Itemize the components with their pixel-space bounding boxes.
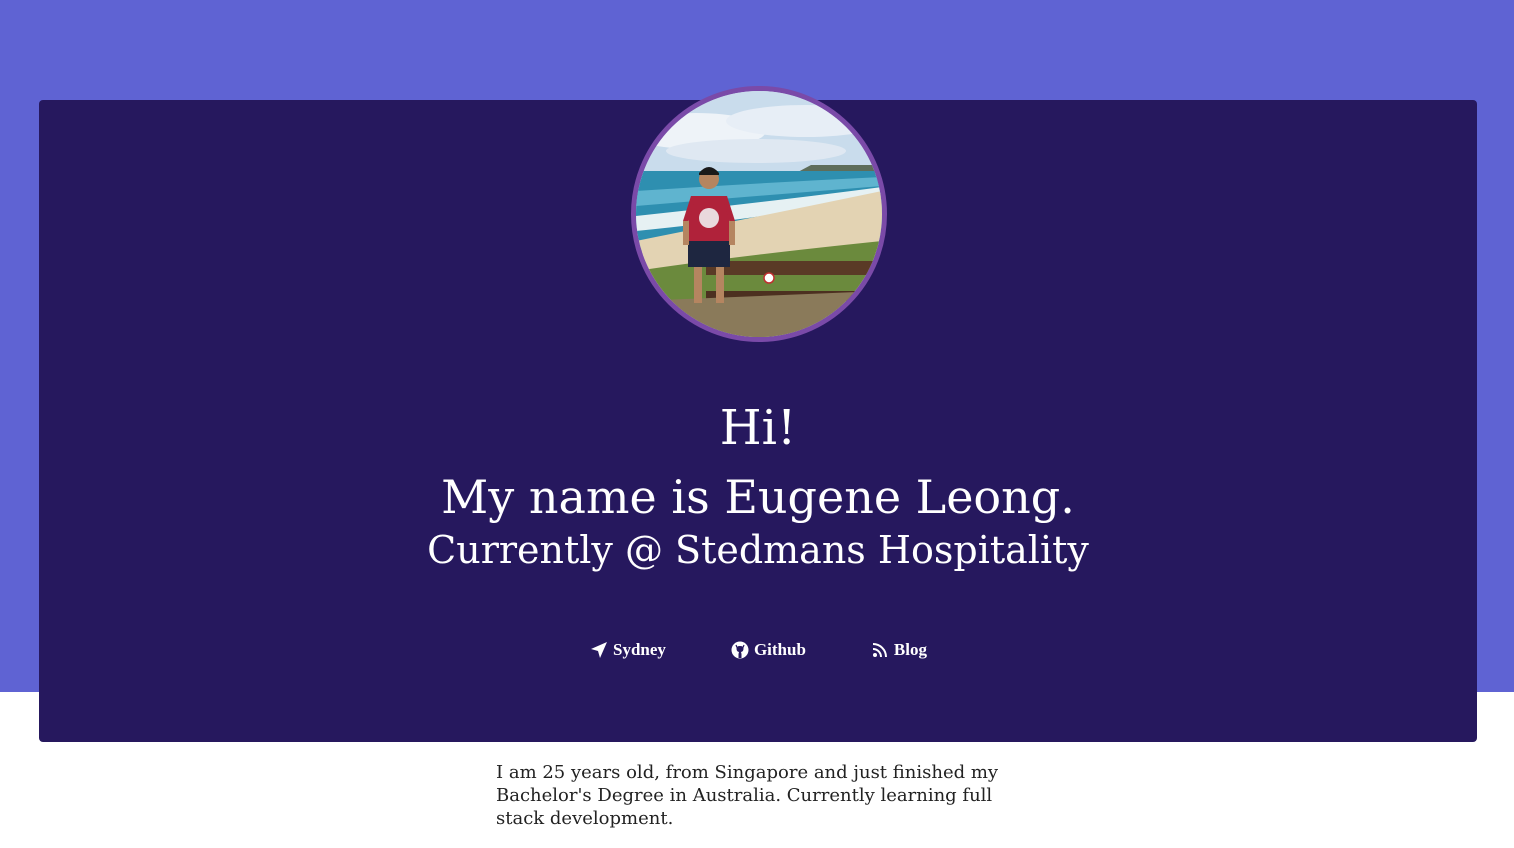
profile-avatar xyxy=(631,86,887,342)
profile-links: Sydney Github Blog xyxy=(39,640,1477,660)
location-arrow-icon xyxy=(589,640,609,660)
github-link-label: Github xyxy=(753,640,806,659)
greeting-heading: Hi! xyxy=(719,400,797,456)
github-icon xyxy=(730,640,750,660)
current-position-heading: Currently @ Stedmans Hospitality xyxy=(427,528,1089,572)
github-link[interactable]: Github xyxy=(730,640,806,660)
location-link[interactable]: Sydney xyxy=(589,640,666,660)
location-link-label: Sydney xyxy=(613,640,666,659)
blog-link[interactable]: Blog xyxy=(870,640,927,660)
rss-icon xyxy=(870,640,890,660)
blog-link-label: Blog xyxy=(893,640,927,659)
name-heading: My name is Eugene Leong. xyxy=(441,470,1075,524)
about-paragraph: I am 25 years old, from Singapore and ju… xyxy=(496,762,999,829)
